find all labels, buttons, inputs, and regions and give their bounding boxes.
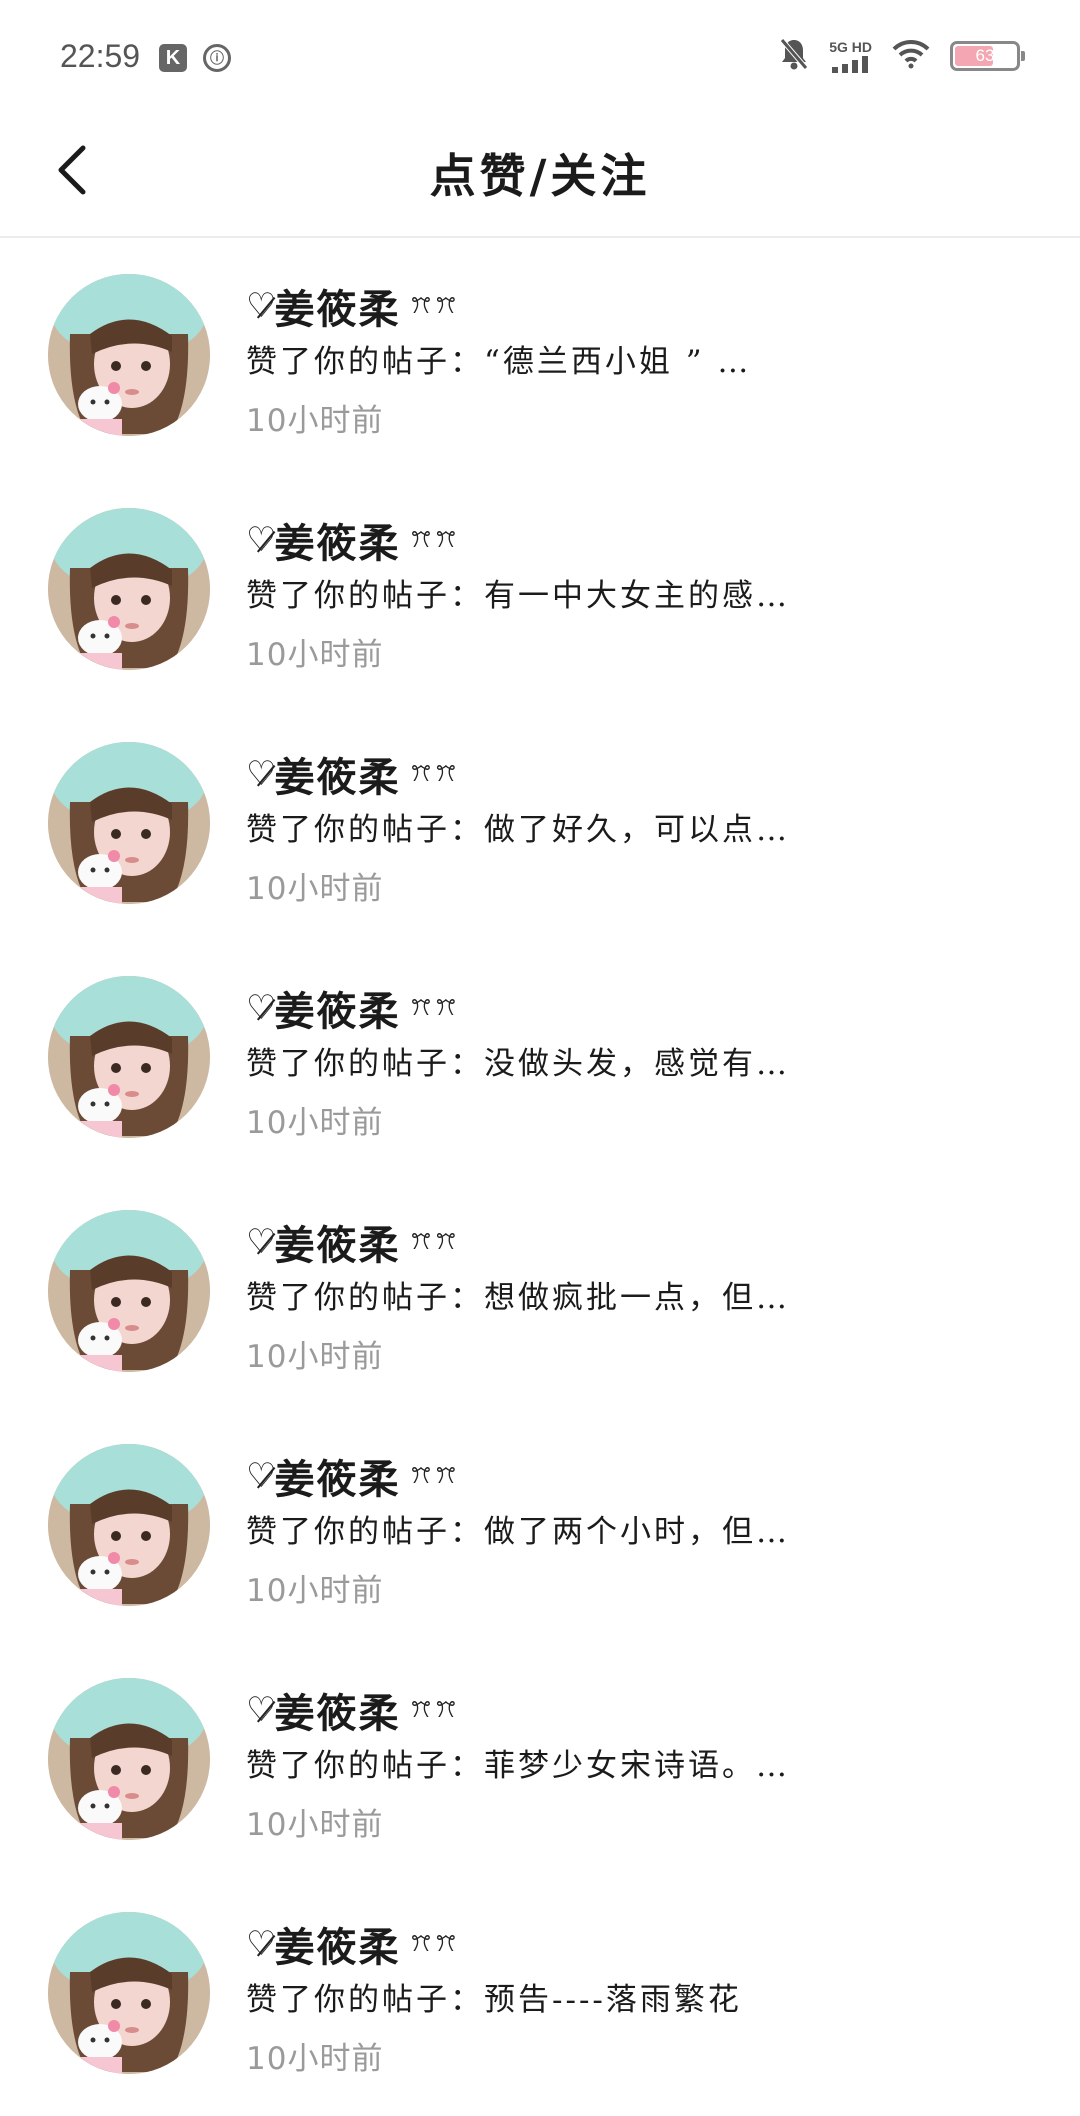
action-text: 赞了你的帖子：菲梦少女宋诗语。…	[246, 1748, 790, 1784]
status-bar: 22:59 K ⓘ 5G HD 63	[0, 0, 1080, 110]
timestamp: 10小时前	[246, 871, 384, 907]
user-row: ♡̷ 姜筱柔 ꔫꔫ	[246, 278, 1040, 334]
avatar[interactable]	[48, 742, 210, 904]
decoration-icon: ꔫꔫ	[410, 293, 461, 319]
action-text: 赞了你的帖子：“德兰西小姐 ” …	[246, 344, 752, 380]
decoration-icon: ꔫꔫ	[410, 1931, 461, 1957]
timestamp: 10小时前	[246, 1339, 384, 1375]
action-text: 赞了你的帖子：没做头发，感觉有…	[246, 1046, 790, 1082]
heart-icon: ♡̷	[246, 1924, 277, 1964]
action-text: 赞了你的帖子：预告----落雨繁花	[246, 1982, 742, 2018]
action-text: 赞了你的帖子：做了好久，可以点…	[246, 812, 790, 848]
notification-text: ♡̷ 姜筱柔 ꔫꔫ 赞了你的帖子：做了好久，可以点… 10小时前	[246, 746, 1040, 908]
notification-item[interactable]: ♡̷ 姜筱柔 ꔫꔫ 赞了你的帖子：想做疯批一点，但… 10小时前	[0, 1174, 1080, 1408]
timestamp: 10小时前	[246, 1807, 384, 1843]
app-header: 点赞/关注	[0, 110, 1080, 238]
heart-icon: ♡̷	[246, 520, 277, 560]
notification-item[interactable]: ♡̷ 姜筱柔 ꔫꔫ 赞了你的帖子：预告----落雨繁花 10小时前	[0, 1876, 1080, 2110]
k-app-icon: K	[159, 44, 187, 72]
user-name[interactable]: 姜筱柔	[274, 1447, 400, 1505]
user-row: ♡̷ 姜筱柔 ꔫꔫ	[246, 512, 1040, 568]
avatar[interactable]	[48, 274, 210, 436]
notification-text: ♡̷ 姜筱柔 ꔫꔫ 赞了你的帖子：有一中大女主的感… 10小时前	[246, 512, 1040, 674]
notification-text: ♡̷ 姜筱柔 ꔫꔫ 赞了你的帖子：做了两个小时，但… 10小时前	[246, 1448, 1040, 1610]
notification-list: ♡̷ 姜筱柔 ꔫꔫ 赞了你的帖子：“德兰西小姐 ” … 10小时前 ♡̷ 姜筱柔 ꔫꔫ 赞了你…	[0, 238, 1080, 2110]
action-text: 赞了你的帖子：有一中大女主的感…	[246, 578, 790, 614]
user-row: ♡̷ 姜筱柔 ꔫꔫ	[246, 1916, 1040, 1972]
heart-icon: ♡̷	[246, 988, 277, 1028]
decoration-icon: ꔫꔫ	[410, 995, 461, 1021]
action-text: 赞了你的帖子：做了两个小时，但…	[246, 1514, 790, 1550]
circle-app-icon: ⓘ	[203, 44, 231, 72]
avatar[interactable]	[48, 508, 210, 670]
network-label: 5G HD	[829, 39, 872, 55]
heart-icon: ♡̷	[246, 1690, 277, 1730]
decoration-icon: ꔫꔫ	[410, 761, 461, 787]
decoration-icon: ꔫꔫ	[410, 1697, 461, 1723]
battery-text: 63	[975, 46, 995, 65]
user-name[interactable]: 姜筱柔	[274, 1213, 400, 1271]
user-name[interactable]: 姜筱柔	[274, 745, 400, 803]
decoration-icon: ꔫꔫ	[410, 527, 461, 553]
user-name[interactable]: 姜筱柔	[274, 277, 400, 335]
status-icons: 5G HD 63	[779, 36, 1025, 76]
page-title: 点赞/关注	[429, 149, 651, 203]
battery-icon: 63	[950, 41, 1025, 71]
timestamp: 10小时前	[246, 2041, 384, 2077]
timestamp: 10小时前	[246, 403, 384, 439]
heart-icon: ♡̷	[246, 1222, 277, 1262]
heart-icon: ♡̷	[246, 286, 277, 326]
notification-text: ♡̷ 姜筱柔 ꔫꔫ 赞了你的帖子：想做疯批一点，但… 10小时前	[246, 1214, 1040, 1376]
notification-text: ♡̷ 姜筱柔 ꔫꔫ 赞了你的帖子：“德兰西小姐 ” … 10小时前	[246, 278, 1040, 440]
user-row: ♡̷ 姜筱柔 ꔫꔫ	[246, 980, 1040, 1036]
timestamp: 10小时前	[246, 1573, 384, 1609]
avatar[interactable]	[48, 1444, 210, 1606]
user-name[interactable]: 姜筱柔	[274, 1915, 400, 1973]
user-row: ♡̷ 姜筱柔 ꔫꔫ	[246, 1682, 1040, 1738]
user-name[interactable]: 姜筱柔	[274, 511, 400, 569]
heart-icon: ♡̷	[246, 754, 277, 794]
notification-item[interactable]: ♡̷ 姜筱柔 ꔫꔫ 赞了你的帖子：菲梦少女宋诗语。… 10小时前	[0, 1642, 1080, 1876]
notification-item[interactable]: ♡̷ 姜筱柔 ꔫꔫ 赞了你的帖子：有一中大女主的感… 10小时前	[0, 472, 1080, 706]
timestamp: 10小时前	[246, 1105, 384, 1141]
status-time: 22:59	[60, 38, 141, 74]
notification-item[interactable]: ♡̷ 姜筱柔 ꔫꔫ 赞了你的帖子：没做头发，感觉有… 10小时前	[0, 940, 1080, 1174]
user-row: ♡̷ 姜筱柔 ꔫꔫ	[246, 1214, 1040, 1270]
notification-text: ♡̷ 姜筱柔 ꔫꔫ 赞了你的帖子：菲梦少女宋诗语。… 10小时前	[246, 1682, 1040, 1844]
avatar[interactable]	[48, 1912, 210, 2074]
user-row: ♡̷ 姜筱柔 ꔫꔫ	[246, 746, 1040, 802]
heart-icon: ♡̷	[246, 1456, 277, 1496]
timestamp: 10小时前	[246, 637, 384, 673]
avatar[interactable]	[48, 1678, 210, 1840]
decoration-icon: ꔫꔫ	[410, 1229, 461, 1255]
notification-item[interactable]: ♡̷ 姜筱柔 ꔫꔫ 赞了你的帖子：“德兰西小姐 ” … 10小时前	[0, 238, 1080, 472]
avatar[interactable]	[48, 1210, 210, 1372]
signal-icon: 5G HD	[829, 39, 872, 73]
decoration-icon: ꔫꔫ	[410, 1463, 461, 1489]
notification-text: ♡̷ 姜筱柔 ꔫꔫ 赞了你的帖子：没做头发，感觉有… 10小时前	[246, 980, 1040, 1142]
user-name[interactable]: 姜筱柔	[274, 979, 400, 1037]
user-name[interactable]: 姜筱柔	[274, 1681, 400, 1739]
wifi-icon	[892, 39, 930, 73]
bell-muted-icon	[779, 37, 809, 75]
avatar[interactable]	[48, 976, 210, 1138]
notification-item[interactable]: ♡̷ 姜筱柔 ꔫꔫ 赞了你的帖子：做了两个小时，但… 10小时前	[0, 1408, 1080, 1642]
action-text: 赞了你的帖子：想做疯批一点，但…	[246, 1280, 790, 1316]
notification-item[interactable]: ♡̷ 姜筱柔 ꔫꔫ 赞了你的帖子：做了好久，可以点… 10小时前	[0, 706, 1080, 940]
notification-text: ♡̷ 姜筱柔 ꔫꔫ 赞了你的帖子：预告----落雨繁花 10小时前	[246, 1916, 1040, 2078]
user-row: ♡̷ 姜筱柔 ꔫꔫ	[246, 1448, 1040, 1504]
